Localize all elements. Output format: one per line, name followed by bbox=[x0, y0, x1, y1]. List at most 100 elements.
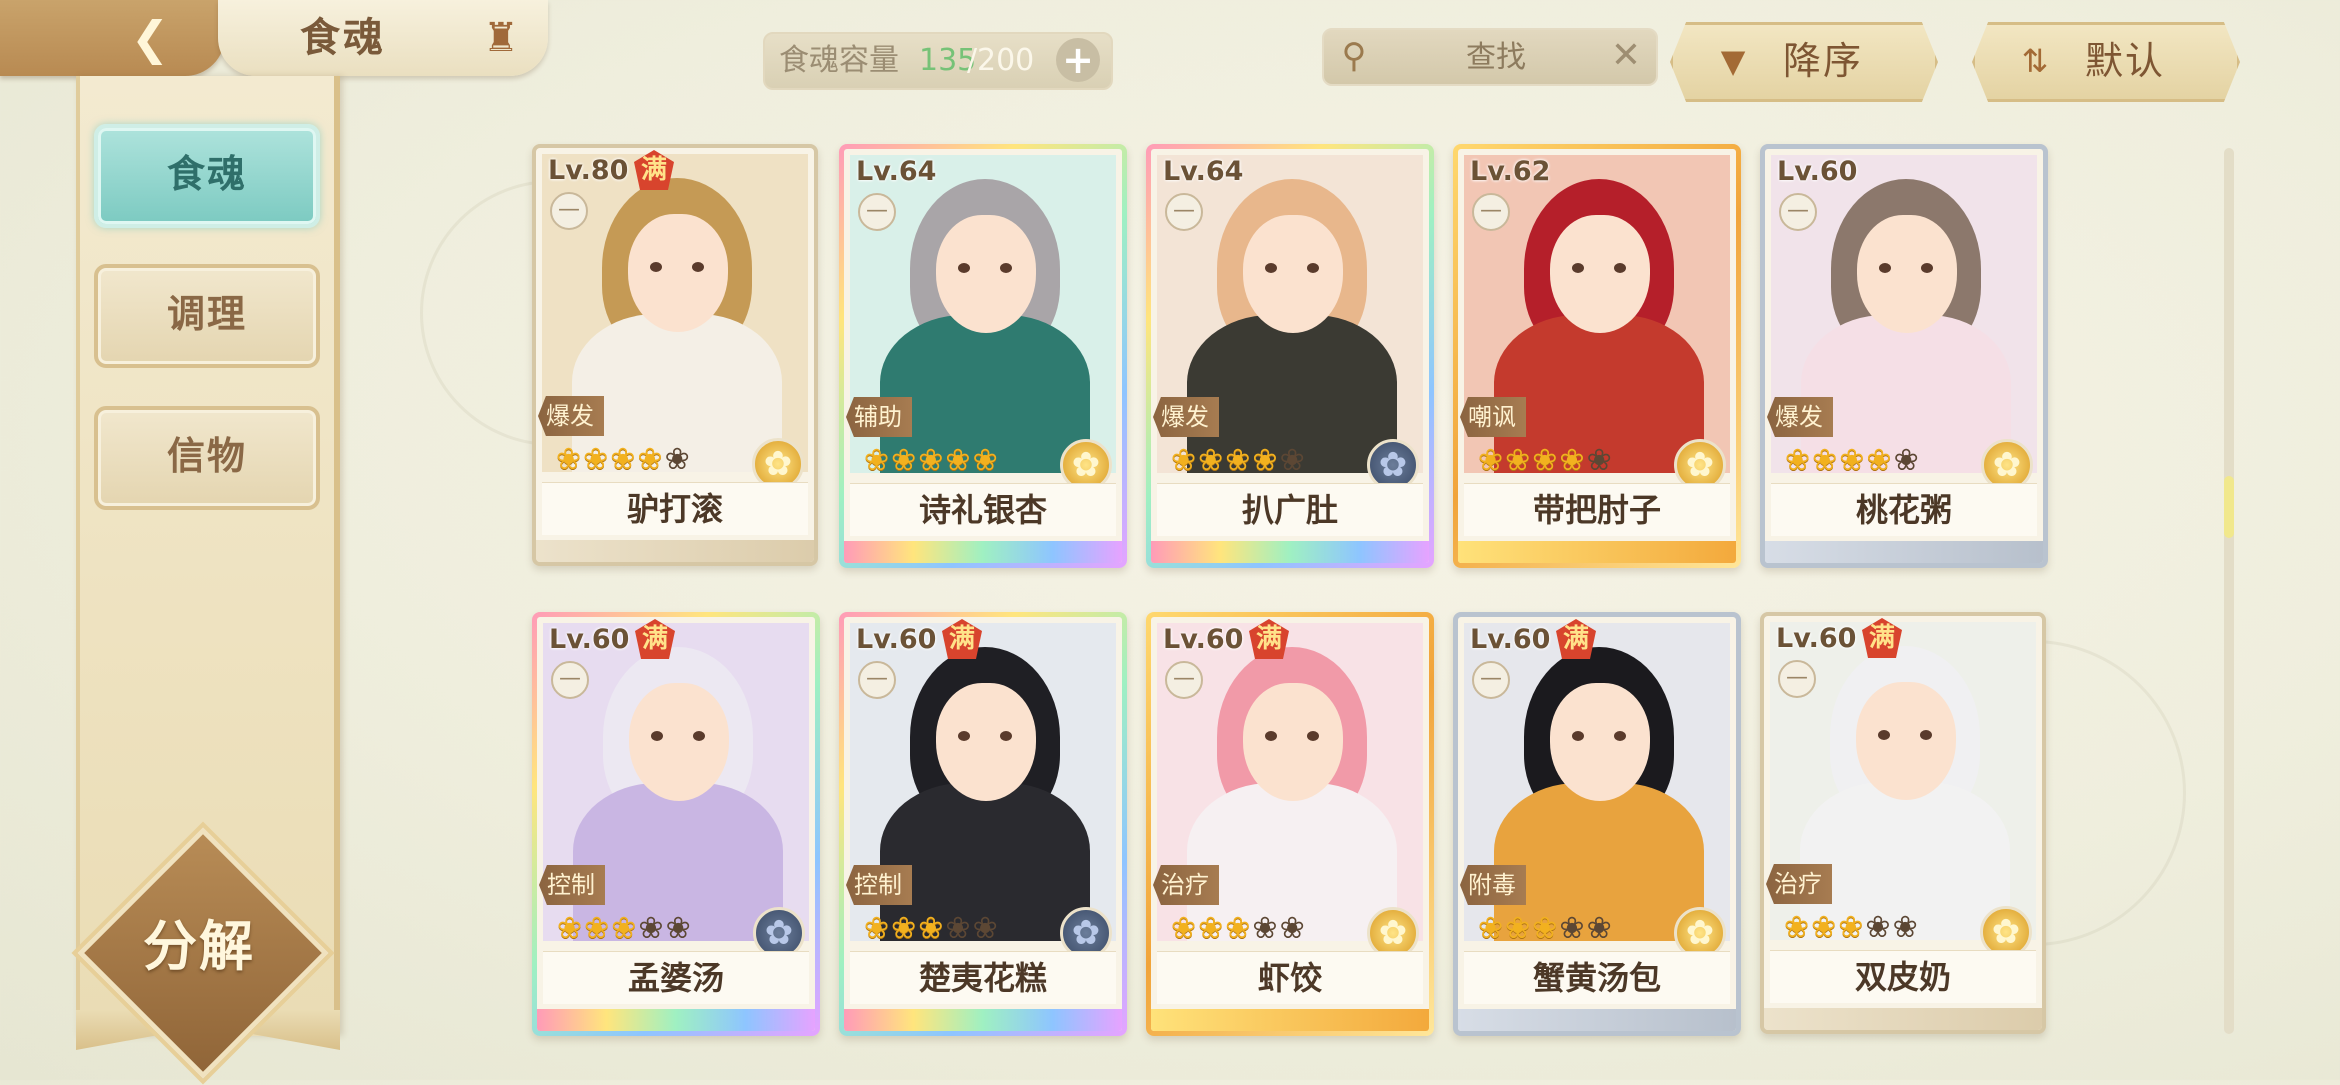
star-rating: ❀❀❀❀❀ bbox=[1171, 911, 1307, 947]
tab-label: 食魂 bbox=[166, 152, 247, 196]
role-tag: 治疗 bbox=[1766, 864, 1832, 904]
plus-icon[interactable]: + bbox=[1056, 38, 1100, 82]
star-filled-icon: ❀ bbox=[1198, 443, 1226, 478]
star-filled-icon: ❀ bbox=[918, 443, 946, 478]
star-filled-icon: ❀ bbox=[637, 442, 665, 477]
star-filled-icon: ❀ bbox=[1812, 443, 1840, 478]
star-empty-icon: ❀ bbox=[665, 911, 693, 946]
star-empty-icon: ❀ bbox=[1586, 911, 1614, 946]
card-frame-bottom bbox=[1458, 541, 1736, 563]
star-filled-icon: ❀ bbox=[611, 911, 639, 946]
card-frame-bottom bbox=[1151, 541, 1429, 563]
card-frame-bottom bbox=[536, 540, 814, 562]
star-filled-icon: ❀ bbox=[1838, 910, 1866, 945]
role-tag: 治疗 bbox=[1153, 865, 1219, 905]
role-tag: 爆发 bbox=[538, 396, 604, 436]
food-soul-name: 驴打滚 bbox=[542, 482, 808, 535]
tab-label: 调理 bbox=[166, 292, 247, 336]
food-soul-name: 蟹黄汤包 bbox=[1464, 951, 1730, 1004]
role-tag: 爆发 bbox=[1153, 397, 1219, 437]
tab-food-souls[interactable]: 食魂 bbox=[94, 124, 320, 228]
level-label: Lv.64 bbox=[1163, 156, 1244, 187]
sort-descending-button[interactable]: ▼ 降序 bbox=[1670, 22, 1938, 102]
card-frame-bottom bbox=[1764, 1008, 2042, 1030]
food-soul-card[interactable]: Lv.60 满 — 治疗 ❀❀❀❀❀ ✿ 虾饺 bbox=[1146, 612, 1434, 1036]
star-empty-icon: ❀ bbox=[1279, 443, 1307, 478]
food-soul-name: 诗礼银杏 bbox=[850, 483, 1116, 536]
equipment-slot-icon: — bbox=[1472, 193, 1510, 231]
star-empty-icon: ❀ bbox=[1893, 443, 1921, 478]
star-filled-icon: ❀ bbox=[583, 442, 611, 477]
equipment-slot-icon: — bbox=[858, 661, 896, 699]
food-soul-card[interactable]: Lv.60— 爆发 ❀❀❀❀❀ ✿ 桃花粥 bbox=[1760, 144, 2048, 568]
star-empty-icon: ❀ bbox=[945, 911, 973, 946]
star-filled-icon: ❀ bbox=[1171, 911, 1199, 946]
star-rating: ❀❀❀❀❀ bbox=[1478, 911, 1614, 947]
food-soul-card[interactable]: Lv.64— 爆发 ❀❀❀❀❀ ✿ 扒广肚 bbox=[1146, 144, 1434, 568]
star-rating: ❀❀❀❀❀ bbox=[1478, 443, 1614, 479]
equipment-slot-icon: — bbox=[1779, 193, 1817, 231]
role-tag: 控制 bbox=[539, 865, 605, 905]
tab-tokens[interactable]: 信物 bbox=[94, 406, 320, 510]
star-empty-icon: ❀ bbox=[1279, 911, 1307, 946]
star-empty-icon: ❀ bbox=[1865, 910, 1893, 945]
close-x-icon[interactable]: ✕ bbox=[1606, 36, 1646, 76]
back-button[interactable]: ❮ bbox=[0, 0, 225, 76]
pavilion-home-icon[interactable]: ♜ bbox=[472, 12, 530, 64]
sort-default-button[interactable]: ⇅ 默认 bbox=[1972, 22, 2240, 102]
food-soul-card[interactable]: Lv.60 满 — 控制 ❀❀❀❀❀ ✿ 楚夷花糕 bbox=[839, 612, 1127, 1036]
star-filled-icon: ❀ bbox=[1866, 443, 1894, 478]
food-soul-name: 带把肘子 bbox=[1464, 483, 1730, 536]
card-frame-bottom bbox=[1765, 541, 2043, 563]
food-soul-name: 双皮奶 bbox=[1770, 950, 2036, 1003]
food-soul-card[interactable]: Lv.60 满 — 控制 ❀❀❀❀❀ ✿ 孟婆汤 bbox=[532, 612, 820, 1036]
role-tag: 控制 bbox=[846, 865, 912, 905]
star-filled-icon: ❀ bbox=[1225, 911, 1253, 946]
star-filled-icon: ❀ bbox=[556, 442, 584, 477]
card-frame-bottom bbox=[1458, 1009, 1736, 1031]
star-filled-icon: ❀ bbox=[1478, 911, 1506, 946]
level-label: Lv.60 bbox=[1470, 624, 1551, 655]
equipment-slot-icon: — bbox=[550, 192, 588, 230]
star-filled-icon: ❀ bbox=[945, 443, 973, 478]
star-filled-icon: ❀ bbox=[1532, 911, 1560, 946]
capacity-separator: / bbox=[967, 43, 978, 78]
food-soul-card[interactable]: Lv.64— 辅助 ❀❀❀❀❀ ✿ 诗礼银杏 bbox=[839, 144, 1127, 568]
equipment-slot-icon: — bbox=[1165, 193, 1203, 231]
star-filled-icon: ❀ bbox=[1198, 911, 1226, 946]
star-filled-icon: ❀ bbox=[1785, 443, 1813, 478]
star-rating: ❀❀❀❀❀ bbox=[1785, 443, 1921, 479]
level-label: Lv.60 bbox=[549, 624, 630, 655]
scrollbar-thumb[interactable] bbox=[2224, 476, 2234, 538]
equipment-slot-icon: — bbox=[551, 661, 589, 699]
star-empty-icon: ❀ bbox=[638, 911, 666, 946]
food-soul-name: 桃花粥 bbox=[1771, 483, 2037, 536]
food-soul-card[interactable]: Lv.62— 嘲讽 ❀❀❀❀❀ ✿ 带把肘子 bbox=[1453, 144, 1741, 568]
sort-default-label: 默认 bbox=[2085, 39, 2166, 83]
star-filled-icon: ❀ bbox=[891, 911, 919, 946]
star-filled-icon: ❀ bbox=[1811, 910, 1839, 945]
equipment-slot-icon: — bbox=[858, 193, 896, 231]
capacity-label: 食魂容量 bbox=[779, 43, 899, 78]
scrollbar-track[interactable] bbox=[2224, 148, 2234, 1034]
food-soul-card[interactable]: Lv.60 满 — 治疗 ❀❀❀❀❀ ✿ 双皮奶 bbox=[1760, 612, 2046, 1034]
tab-label: 信物 bbox=[166, 434, 247, 478]
food-soul-card[interactable]: Lv.60 满 — 附毒 ❀❀❀❀❀ ✿ 蟹黄汤包 bbox=[1453, 612, 1741, 1036]
level-label: Lv.60 bbox=[1776, 623, 1857, 654]
star-filled-icon: ❀ bbox=[972, 443, 1000, 478]
star-filled-icon: ❀ bbox=[1252, 443, 1280, 478]
star-rating: ❀❀❀❀❀ bbox=[864, 443, 1000, 479]
star-filled-icon: ❀ bbox=[864, 443, 892, 478]
search-input[interactable] bbox=[1384, 36, 1608, 78]
level-label: Lv.60 bbox=[856, 624, 937, 655]
down-triangle-icon: ▼ bbox=[1720, 42, 1746, 80]
level-label: Lv.60 bbox=[1163, 624, 1244, 655]
tab-conditioning[interactable]: 调理 bbox=[94, 264, 320, 368]
star-rating: ❀❀❀❀❀ bbox=[556, 442, 692, 478]
food-soul-name: 虾饺 bbox=[1157, 951, 1423, 1004]
star-filled-icon: ❀ bbox=[918, 911, 946, 946]
star-empty-icon: ❀ bbox=[1892, 910, 1920, 945]
star-filled-icon: ❀ bbox=[1478, 443, 1506, 478]
food-soul-card[interactable]: Lv.80 满 — 爆发 ❀❀❀❀❀ ✿ 驴打滚 bbox=[532, 144, 818, 566]
sort-descending-label: 降序 bbox=[1783, 39, 1864, 83]
